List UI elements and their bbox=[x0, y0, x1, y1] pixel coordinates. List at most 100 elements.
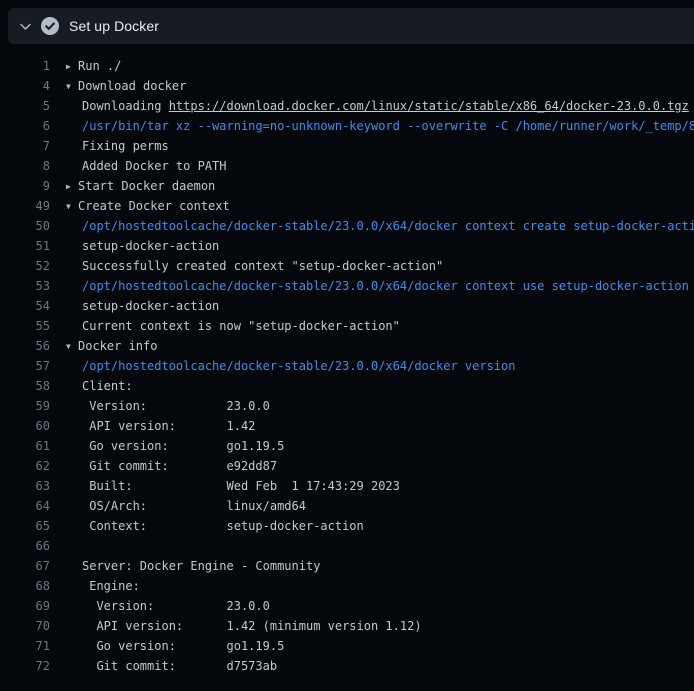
log-group-header[interactable]: ▼Docker info bbox=[50, 336, 157, 356]
log-text: OS/Arch: linux/amd64 bbox=[82, 499, 306, 513]
line-number-link[interactable]: 55 bbox=[0, 316, 50, 336]
log-line: 51 setup-docker-action bbox=[0, 236, 694, 256]
log-line: 69 Version: 23.0.0 bbox=[0, 596, 694, 616]
log-line: 64 OS/Arch: linux/amd64 bbox=[0, 496, 694, 516]
log-line: 65 Context: setup-docker-action bbox=[0, 516, 694, 536]
line-number-link[interactable]: 62 bbox=[0, 456, 50, 476]
command-text: /opt/hostedtoolcache/docker-stable/23.0.… bbox=[82, 279, 689, 293]
log-line-text: Go version: go1.19.5 bbox=[50, 436, 284, 456]
log-line-text: Version: 23.0.0 bbox=[50, 396, 270, 416]
log-text: Added Docker to PATH bbox=[82, 159, 227, 173]
check-circle-icon bbox=[41, 17, 59, 35]
line-number-link[interactable]: 58 bbox=[0, 376, 50, 396]
log-line: 59 Version: 23.0.0 bbox=[0, 396, 694, 416]
log-line: 63 Built: Wed Feb 1 17:43:29 2023 bbox=[0, 476, 694, 496]
log-text: Current context is now "setup-docker-act… bbox=[82, 319, 400, 333]
log-line-text: Context: setup-docker-action bbox=[50, 516, 364, 536]
log-line-text: /opt/hostedtoolcache/docker-stable/23.0.… bbox=[50, 216, 694, 236]
log-line: 5 Downloading https://download.docker.com… bbox=[0, 96, 694, 116]
line-number-link[interactable]: 7 bbox=[0, 136, 50, 156]
line-number-link[interactable]: 61 bbox=[0, 436, 50, 456]
step-header[interactable]: Set up Docker bbox=[8, 8, 694, 44]
log-line: 53/opt/hostedtoolcache/docker-stable/23.… bbox=[0, 276, 694, 296]
log-line-text: API version: 1.42 bbox=[50, 416, 255, 436]
log-line: 67Server: Docker Engine - Community bbox=[0, 556, 694, 576]
line-number-link[interactable]: 70 bbox=[0, 616, 50, 636]
chevron-down-icon[interactable] bbox=[19, 20, 32, 33]
log-line: 9▶Start Docker daemon bbox=[0, 176, 694, 196]
line-number-link[interactable]: 4 bbox=[0, 76, 50, 96]
log-text: Version: 23.0.0 bbox=[82, 399, 270, 413]
log-group-header[interactable]: ▶Run ./ bbox=[50, 56, 121, 76]
group-title: Create Docker context bbox=[78, 199, 230, 213]
chevron-down-icon[interactable]: ▼ bbox=[66, 77, 78, 97]
line-number-link[interactable]: 71 bbox=[0, 636, 50, 656]
log-line: 66 bbox=[0, 536, 694, 556]
log-line-text: Successfully created context "setup-dock… bbox=[50, 256, 443, 276]
log-line: 58 Client: bbox=[0, 376, 694, 396]
log-text: setup-docker-action bbox=[82, 239, 219, 253]
log-line-text: Version: 23.0.0 bbox=[50, 596, 270, 616]
line-number-link[interactable]: 50 bbox=[0, 216, 50, 236]
log-text: Built: Wed Feb 1 17:43:29 2023 bbox=[82, 479, 400, 493]
log-line-text: Fixing perms bbox=[50, 136, 169, 156]
log-line: 68 Engine: bbox=[0, 576, 694, 596]
log-text: Successfully created context "setup-dock… bbox=[82, 259, 443, 273]
log-group-header[interactable]: ▼Create Docker context bbox=[50, 196, 230, 216]
log-text: Go version: go1.19.5 bbox=[82, 639, 284, 653]
log-line-text: Added Docker to PATH bbox=[50, 156, 227, 176]
line-number-link[interactable]: 8 bbox=[0, 156, 50, 176]
log-text: Version: 23.0.0 bbox=[82, 599, 270, 613]
line-number-link[interactable]: 59 bbox=[0, 396, 50, 416]
command-text: /usr/bin/tar xz --warning=no-unknown-key… bbox=[82, 119, 694, 133]
line-number-link[interactable]: 9 bbox=[0, 176, 50, 196]
line-number-link[interactable]: 54 bbox=[0, 296, 50, 316]
line-number-link[interactable]: 56 bbox=[0, 336, 50, 356]
step-title: Set up Docker bbox=[69, 18, 159, 34]
line-number-link[interactable]: 69 bbox=[0, 596, 50, 616]
log-group-header[interactable]: ▶Start Docker daemon bbox=[50, 176, 215, 196]
log-line: 56▼Docker info bbox=[0, 336, 694, 356]
log-line-text: API version: 1.42 (minimum version 1.12) bbox=[50, 616, 422, 636]
line-number-link[interactable]: 1 bbox=[0, 56, 50, 76]
chevron-down-icon[interactable]: ▼ bbox=[66, 337, 78, 357]
log-line: 8 Added Docker to PATH bbox=[0, 156, 694, 176]
line-number-link[interactable]: 49 bbox=[0, 196, 50, 216]
log-url-link[interactable]: https://download.docker.com/linux/static… bbox=[169, 99, 689, 113]
log-line-text: Server: Docker Engine - Community bbox=[50, 556, 320, 576]
log-line: 61 Go version: go1.19.5 bbox=[0, 436, 694, 456]
log-line-text: setup-docker-action bbox=[50, 236, 219, 256]
log-line: 7Fixing perms bbox=[0, 136, 694, 156]
chevron-right-icon[interactable]: ▶ bbox=[66, 57, 78, 77]
line-number-link[interactable]: 65 bbox=[0, 516, 50, 536]
group-title: Run ./ bbox=[78, 59, 121, 73]
line-number-link[interactable]: 6 bbox=[0, 116, 50, 136]
line-number-link[interactable]: 63 bbox=[0, 476, 50, 496]
log-line-text bbox=[50, 536, 82, 556]
group-title: Start Docker daemon bbox=[78, 179, 215, 193]
line-number-link[interactable]: 53 bbox=[0, 276, 50, 296]
log-text: Engine: bbox=[82, 579, 140, 593]
log-group-header[interactable]: ▼Download docker bbox=[50, 76, 186, 96]
log-line: 49▼Create Docker context bbox=[0, 196, 694, 216]
group-title: Docker info bbox=[78, 339, 157, 353]
line-number-link[interactable]: 60 bbox=[0, 416, 50, 436]
line-number-link[interactable]: 52 bbox=[0, 256, 50, 276]
chevron-down-icon[interactable]: ▼ bbox=[66, 197, 78, 217]
log-text: setup-docker-action bbox=[82, 299, 219, 313]
line-number-link[interactable]: 72 bbox=[0, 656, 50, 676]
line-number-link[interactable]: 66 bbox=[0, 536, 50, 556]
log-text: Client: bbox=[82, 379, 133, 393]
line-number-link[interactable]: 68 bbox=[0, 576, 50, 596]
line-number-link[interactable]: 57 bbox=[0, 356, 50, 376]
line-number-link[interactable]: 64 bbox=[0, 496, 50, 516]
log-text: Downloading bbox=[82, 99, 169, 113]
log-line: 6/usr/bin/tar xz --warning=no-unknown-ke… bbox=[0, 116, 694, 136]
line-number-link[interactable]: 51 bbox=[0, 236, 50, 256]
line-number-link[interactable]: 5 bbox=[0, 96, 50, 116]
line-number-link[interactable]: 67 bbox=[0, 556, 50, 576]
log-line: 1▶Run ./ bbox=[0, 56, 694, 76]
chevron-right-icon[interactable]: ▶ bbox=[66, 177, 78, 197]
log-line: 62 Git commit: e92dd87 bbox=[0, 456, 694, 476]
log-line: 4▼Download docker bbox=[0, 76, 694, 96]
